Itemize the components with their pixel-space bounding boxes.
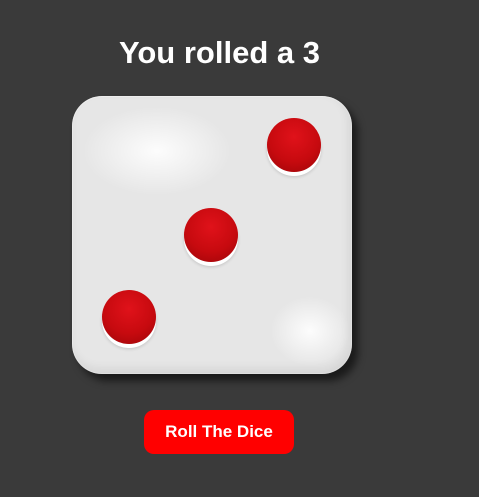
pip-bottom-left [102, 290, 156, 344]
result-title: You rolled a 3 [119, 35, 320, 70]
roll-dice-button[interactable]: Roll The Dice [144, 410, 294, 454]
dice-face [72, 96, 352, 374]
pip-center [184, 208, 238, 262]
pip-top-right [267, 118, 321, 172]
